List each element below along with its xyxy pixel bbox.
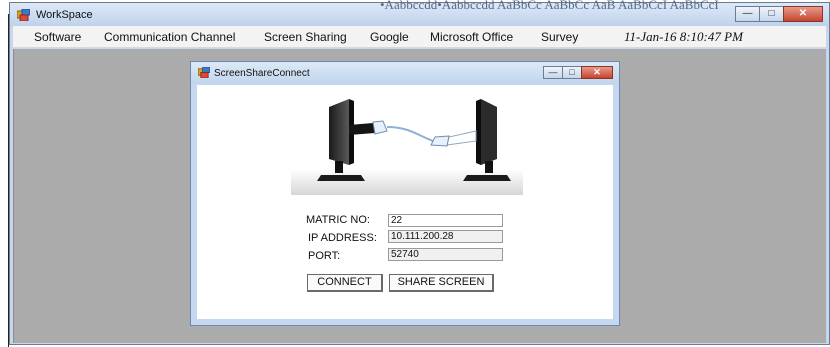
ip-address-field[interactable] [388, 230, 503, 243]
child-window: ScreenShareConnect — □ ✕ MATRIC NO: 22 I… [190, 61, 620, 326]
minimize-icon: — [742, 8, 753, 19]
menu-item-google[interactable]: Google [370, 30, 409, 44]
app-window-icon [17, 9, 30, 21]
form-client-area: MATRIC NO: IP ADDRESS: PORT: CONNECT SHA… [197, 85, 613, 319]
close-icon: ✕ [593, 67, 601, 77]
close-icon: ✕ [798, 8, 808, 19]
screen-sharing-illustration [291, 99, 523, 195]
app-window-icon [198, 67, 210, 78]
close-button[interactable]: ✕ [783, 6, 823, 22]
matric-no-label: MATRIC NO: [306, 214, 370, 226]
menu-item-software[interactable]: Software [34, 30, 81, 44]
port-field[interactable] [388, 248, 503, 261]
menu-bar: Software Communication Channel Screen Sh… [13, 26, 826, 48]
main-window-title: WorkSpace [36, 9, 93, 21]
child-caption-buttons: — □ ✕ [543, 66, 613, 79]
minimize-button[interactable]: — [735, 6, 760, 22]
maximize-button[interactable]: □ [759, 6, 784, 22]
matric-no-field[interactable] [388, 214, 503, 227]
menu-item-survey[interactable]: Survey [541, 30, 578, 44]
child-maximize-button[interactable]: □ [562, 66, 582, 79]
background-app-text: •Aabbccdd•Aabbccdd AaBbCc AaBbCc AaB AaB… [380, 0, 719, 12]
maximize-icon: □ [569, 67, 575, 77]
menu-item-microsoft-office[interactable]: Microsoft Office [430, 30, 513, 44]
child-window-title: ScreenShareConnect [214, 68, 310, 79]
ip-address-label: IP ADDRESS: [308, 232, 377, 244]
datetime-display: 11-Jan-16 8:10:47 PM [624, 29, 743, 44]
share-screen-button[interactable]: SHARE SCREEN [389, 274, 494, 292]
maximize-icon: □ [768, 8, 775, 19]
main-titlebar[interactable]: WorkSpace •Aabbccdd•Aabbccdd AaBbCc AaBb… [10, 0, 829, 27]
child-minimize-button[interactable]: — [543, 66, 563, 79]
port-label: PORT: [308, 250, 341, 262]
connect-button[interactable]: CONNECT [307, 274, 383, 292]
child-titlebar[interactable]: ScreenShareConnect — □ ✕ [191, 62, 619, 84]
main-caption-buttons: — □ ✕ [735, 6, 823, 22]
menu-item-communication-channel[interactable]: Communication Channel [104, 30, 235, 44]
child-close-button[interactable]: ✕ [581, 66, 613, 79]
minimize-icon: — [548, 67, 558, 77]
menu-item-screen-sharing[interactable]: Screen Sharing [264, 30, 347, 44]
